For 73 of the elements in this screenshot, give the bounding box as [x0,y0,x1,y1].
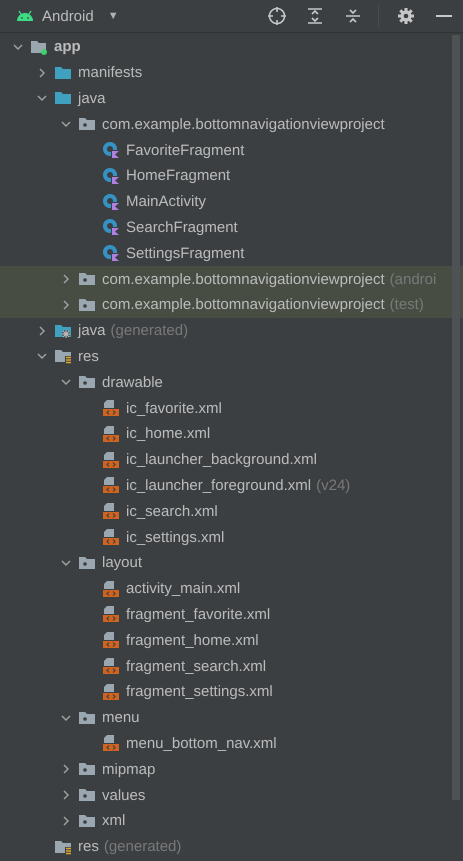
package-folder-icon [78,296,96,313]
tree-item[interactable]: res [78,348,99,365]
tree-item[interactable]: xml [102,812,126,830]
package-folder-icon [78,787,96,803]
tree-item[interactable]: com.example.bottomnavigationviewproject [102,116,385,133]
xml-file-icon [102,734,120,752]
xml-file-icon [102,528,120,546]
tree-item[interactable]: ic_launcher_background.xml [126,451,317,468]
xml-file-icon [102,424,120,443]
tree-item[interactable]: menu [102,709,140,726]
tree-item-note: (generated) [104,838,182,856]
kotlin-class-icon [102,192,120,211]
locate-button[interactable] [266,5,288,27]
package-folder-icon [78,812,96,829]
tree-item[interactable]: drawable [102,374,163,391]
kotlin-class-icon [102,141,120,160]
xml-file-icon [102,605,120,624]
xml-file-icon [102,502,120,520]
tree-item[interactable]: ic_launcher_foreground.xml [126,476,312,494]
package-folder-icon [78,554,96,571]
package-folder-icon [78,710,96,726]
tree-item[interactable]: com.example.bottomnavigationviewproject [102,296,385,314]
folder-icon [54,64,72,81]
kotlin-class-icon [102,244,120,262]
tree-item[interactable]: activity_main.xml [126,580,240,598]
tree-item[interactable]: ic_search.xml [126,502,218,520]
folder-icon [54,90,72,106]
tree-item[interactable]: layout [102,554,142,572]
settings-button[interactable] [395,5,417,27]
tree-item[interactable]: java [78,90,106,107]
tree-item-note: (generated) [110,322,188,340]
tree-item[interactable]: java [78,322,106,340]
tree-item[interactable]: fragment_search.xml [126,658,266,675]
xml-file-icon [102,476,120,494]
module-folder-icon [30,38,48,55]
xml-file-icon [102,450,120,469]
tree-item[interactable]: fragment_home.xml [126,632,259,649]
xml-file-icon [102,399,120,418]
tree-item[interactable]: ic_favorite.xml [126,400,222,417]
tree-item[interactable]: res [78,838,99,856]
tree-item[interactable]: values [102,786,146,804]
xml-file-icon [102,580,120,598]
tree-item[interactable]: fragment_favorite.xml [126,606,270,623]
tree-item[interactable]: ic_home.xml [126,425,210,442]
tree-item[interactable]: menu_bottom_nav.xml [126,734,277,752]
resource-folder-icon [54,838,72,855]
tree-item[interactable]: com.example.bottomnavigationviewproject [102,270,385,288]
view-selector[interactable]: Android [42,8,94,24]
tree-item[interactable]: SearchFragment [126,218,238,236]
tree-item[interactable]: mipmap [102,760,156,778]
android-icon [16,10,34,22]
generated-folder-icon [54,322,72,339]
xml-file-icon [102,657,120,676]
dropdown-caret[interactable]: ▼ [108,10,119,22]
tree-item[interactable]: manifests [78,64,142,82]
package-folder-icon [78,761,96,778]
xml-file-icon [102,682,120,701]
tree-item[interactable]: app [54,38,81,56]
tree-item-note: (v24) [316,476,350,494]
package-folder-icon [78,374,96,390]
package-folder-icon [78,271,96,288]
tree-item[interactable]: fragment_settings.xml [126,683,273,700]
tree-item[interactable]: SettingsFragment [126,244,244,262]
xml-file-icon [102,631,120,650]
package-folder-icon [78,116,96,132]
minus-icon [436,14,452,18]
kotlin-class-icon [102,218,120,236]
tree-item[interactable]: FavoriteFragment [126,142,244,159]
kotlin-class-icon [102,166,120,185]
tree-item[interactable]: MainActivity [126,193,206,210]
resource-folder-icon [54,348,72,364]
tree-item[interactable]: HomeFragment [126,167,230,184]
tree-item[interactable]: ic_settings.xml [126,528,224,546]
